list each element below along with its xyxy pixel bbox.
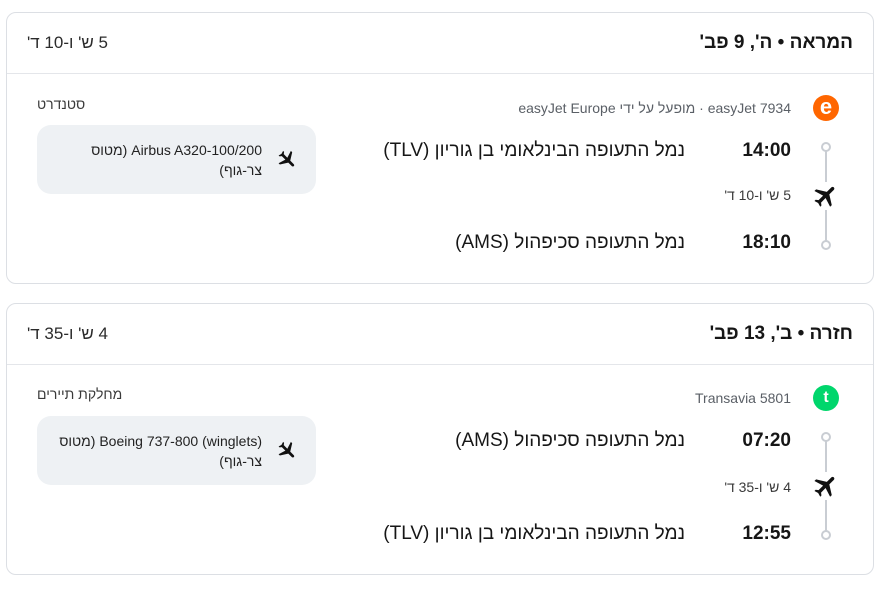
return-carrier: Transavia 5801 xyxy=(695,390,791,406)
outbound-cabin-class: סטנדרט xyxy=(37,96,86,112)
airplane-icon xyxy=(812,182,840,210)
return-aircraft-model: Boeing 737-800 (winglets) (מטוס צר-גוף) xyxy=(59,433,262,469)
return-total-duration: 4 ש' ו-35 ד' xyxy=(27,324,108,343)
easyjet-logo: e xyxy=(813,95,839,121)
return-arrival-airport: נמל התעופה הבינלאומי בן גוריון (TLV) xyxy=(383,523,685,544)
airplane-icon xyxy=(812,472,840,500)
return-cabin-class: מחלקת תיירים xyxy=(37,386,123,402)
transavia-logo: t xyxy=(813,385,839,411)
outbound-segment-duration: 5 ש' ו-10 ד' xyxy=(724,187,791,203)
return-title: חזרה • ב', 13 פב' xyxy=(709,323,853,344)
outbound-arrival-dot xyxy=(821,240,831,250)
outbound-arrival-airport: נמל התעופה סכיפהול (AMS) xyxy=(455,232,685,253)
outbound-carrier: easyJet 7934 · מופעל על ידי easyJet Euro… xyxy=(518,100,791,116)
outbound-departure-time: 14:00 xyxy=(742,140,791,161)
outbound-title: המראה • ה', 9 פב' xyxy=(699,32,853,53)
outbound-arrival-time: 18:10 xyxy=(742,232,791,253)
outbound-aircraft-model: Airbus A320-100/200 (מטוס צר-גוף) xyxy=(91,142,262,178)
outbound-departure-dot xyxy=(821,142,831,152)
return-aircraft-info: Boeing 737-800 (winglets) (מטוס צר-גוף) xyxy=(37,416,316,485)
return-departure-airport: נמל התעופה סכיפהול (AMS) xyxy=(455,430,685,451)
return-departure-dot xyxy=(821,432,831,442)
return-departure-time: 07:20 xyxy=(742,430,791,451)
return-flight-card: חזרה • ב', 13 פב' 4 ש' ו-35 ד' t Transav… xyxy=(6,303,874,575)
outbound-header: המראה • ה', 9 פב' 5 ש' ו-10 ד' xyxy=(7,13,873,74)
airplane-icon xyxy=(276,149,298,171)
outbound-total-duration: 5 ש' ו-10 ד' xyxy=(27,33,108,52)
outbound-departure-airport: נמל התעופה הבינלאומי בן גוריון (TLV) xyxy=(383,140,685,161)
return-arrival-dot xyxy=(821,530,831,540)
return-segment-duration: 4 ש' ו-35 ד' xyxy=(724,479,791,495)
return-arrival-time: 12:55 xyxy=(742,523,791,544)
return-header: חזרה • ב', 13 פב' 4 ש' ו-35 ד' xyxy=(7,304,873,365)
airplane-icon xyxy=(276,440,298,462)
outbound-flight-card: המראה • ה', 9 פב' 5 ש' ו-10 ד' e easyJet… xyxy=(6,12,874,284)
outbound-aircraft-info: Airbus A320-100/200 (מטוס צר-גוף) xyxy=(37,125,316,194)
